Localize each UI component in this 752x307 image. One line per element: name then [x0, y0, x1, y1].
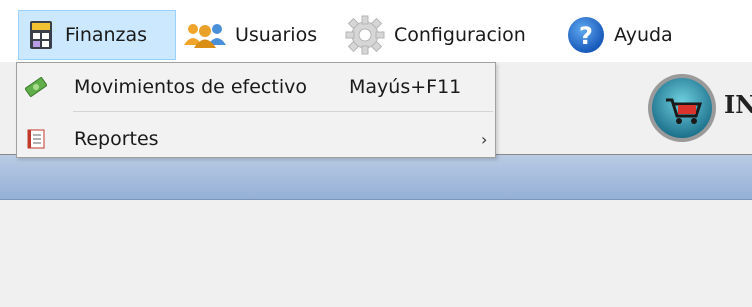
money-icon: [24, 77, 48, 97]
header-title: IN: [724, 90, 752, 119]
menu-ayuda[interactable]: ? Ayuda: [566, 10, 673, 60]
users-icon: [181, 21, 229, 49]
submenu-arrow-icon: ›: [481, 129, 488, 149]
menu-configuracion[interactable]: Configuracion: [344, 10, 526, 60]
menu-item-movimientos-efectivo[interactable]: Movimientos de efectivo Mayús+F11: [17, 65, 495, 109]
help-icon: ?: [566, 15, 606, 55]
shopping-cart-logo: [646, 72, 718, 144]
menu-item-movimientos-label: Movimientos de efectivo: [74, 76, 307, 98]
svg-text:?: ?: [579, 22, 593, 50]
menu-item-reportes[interactable]: Reportes ›: [17, 117, 495, 161]
menu-configuracion-label: Configuracion: [394, 24, 526, 46]
menu-ayuda-label: Ayuda: [614, 24, 673, 46]
menu-usuarios[interactable]: Usuarios: [181, 10, 317, 60]
menu-finanzas-label: Finanzas: [65, 24, 148, 46]
menubar: Finanzas Usuarios Configuracion ? Ayuda: [0, 0, 752, 62]
menu-item-movimientos-shortcut: Mayús+F11: [349, 76, 462, 98]
menu-usuarios-label: Usuarios: [235, 24, 318, 46]
report-icon: [25, 129, 47, 149]
main-content-area: [0, 200, 752, 307]
calculator-icon: [29, 20, 53, 50]
finanzas-dropdown-menu: Movimientos de efectivo Mayús+F11 Report…: [16, 62, 496, 158]
menu-item-reportes-label: Reportes: [74, 128, 159, 150]
gear-icon: [344, 14, 386, 56]
blue-toolbar-bar: [0, 155, 752, 200]
menu-separator: [73, 111, 493, 112]
menu-finanzas[interactable]: Finanzas: [18, 10, 176, 60]
